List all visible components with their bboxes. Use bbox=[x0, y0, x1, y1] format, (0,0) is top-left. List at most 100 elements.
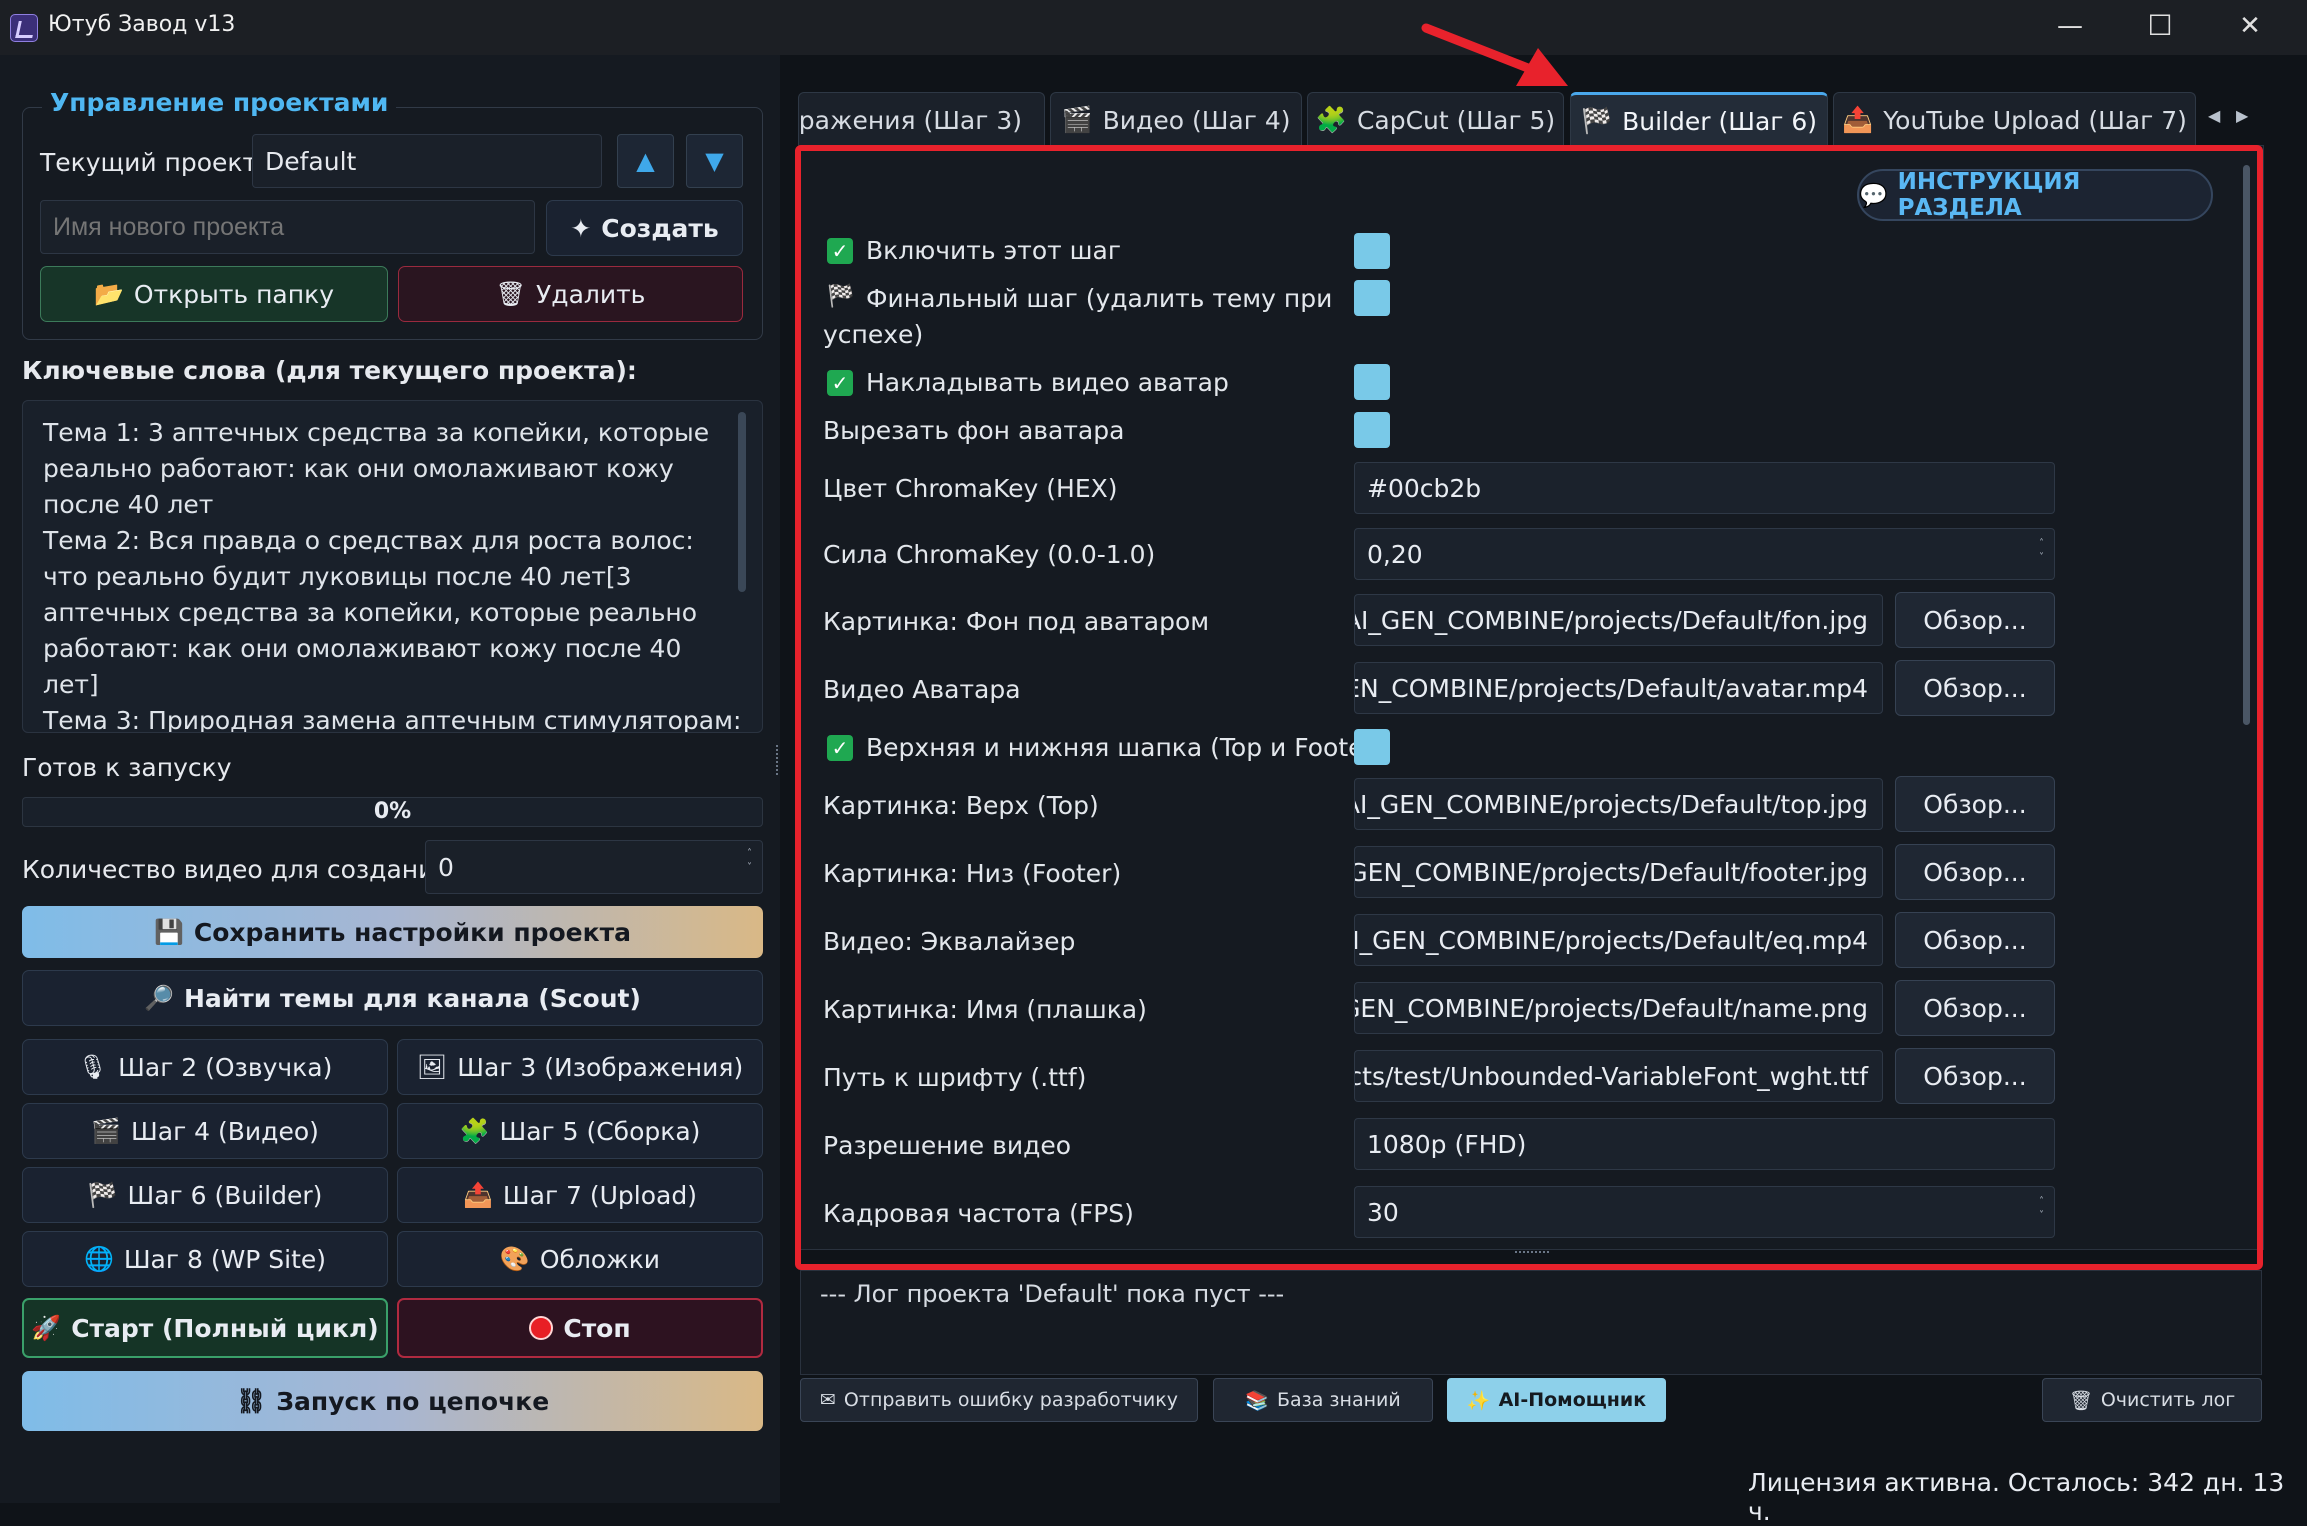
save-settings-button[interactable]: 💾 Сохранить настройки проекта bbox=[22, 906, 763, 958]
step7-label: Шаг 7 (Upload) bbox=[502, 1180, 697, 1210]
checkered-flag-icon: 🏁 bbox=[87, 1181, 118, 1209]
covers-button[interactable]: 🎨 Обложки bbox=[397, 1231, 763, 1287]
floppy-icon: 💾 bbox=[154, 918, 184, 946]
window-title: Ютуб Завод v13 bbox=[48, 12, 236, 37]
maximize-button[interactable]: ☐ bbox=[2115, 0, 2205, 55]
app-logo-icon bbox=[10, 14, 38, 42]
tab-images[interactable]: ображения (Шаг 3) bbox=[798, 92, 1045, 147]
close-button[interactable]: ✕ bbox=[2205, 0, 2295, 55]
step3-button[interactable]: 🖼 Шаг 3 (Изображения) bbox=[397, 1039, 763, 1095]
move-up-button[interactable]: ▲ bbox=[617, 134, 674, 188]
video-count-value: 0 bbox=[438, 852, 454, 882]
scout-label: Найти темы для канала (Scout) bbox=[183, 983, 641, 1013]
log-text: --- Лог проекта 'Default' пока пуст --- bbox=[820, 1280, 1285, 1308]
folder-icon: 📂 bbox=[94, 280, 124, 308]
step5-button[interactable]: 🧩 Шаг 5 (Сборка) bbox=[397, 1103, 763, 1159]
step7-button[interactable]: 📤 Шаг 7 (Upload) bbox=[397, 1167, 763, 1223]
clear-log-label: Очистить лог bbox=[2100, 1389, 2236, 1411]
step2-label: Шаг 2 (Озвучка) bbox=[118, 1052, 333, 1082]
status-text: Готов к запуску bbox=[22, 753, 232, 782]
create-project-button[interactable]: ✦ Создать bbox=[546, 200, 743, 256]
move-down-button[interactable]: ▼ bbox=[686, 134, 743, 188]
clapperboard-icon: 🎬 bbox=[91, 1117, 122, 1145]
step5-label: Шаг 5 (Сборка) bbox=[499, 1116, 701, 1146]
annotation-highlight-frame bbox=[795, 145, 2263, 1270]
puzzle-icon: 🧩 bbox=[1315, 105, 1347, 134]
video-count-label: Количество видео для создания: bbox=[22, 855, 458, 884]
step2-button[interactable]: 🎙 Шаг 2 (Озвучка) bbox=[22, 1039, 388, 1095]
clear-log-button[interactable]: 🗑 Очистить лог bbox=[2042, 1378, 2262, 1422]
globe-icon: 🌐 bbox=[83, 1245, 114, 1273]
chain-icon: ⛓ bbox=[235, 1387, 267, 1415]
keywords-textarea[interactable]: Тема 1: 3 аптечных средства за копейки, … bbox=[22, 400, 763, 733]
step8-label: Шаг 8 (WP Site) bbox=[123, 1244, 327, 1274]
covers-label: Обложки bbox=[539, 1244, 661, 1274]
tab-video-label: Видео (Шаг 4) bbox=[1102, 105, 1291, 135]
stop-label: Стоп bbox=[563, 1313, 631, 1343]
annotation-arrow-icon bbox=[1421, 23, 1568, 86]
start-full-cycle-button[interactable]: 🚀 Старт (Полный цикл) bbox=[22, 1298, 388, 1358]
picture-icon: 🖼 bbox=[416, 1053, 448, 1081]
step8-button[interactable]: 🌐 Шаг 8 (WP Site) bbox=[22, 1231, 388, 1287]
start-label: Старт (Полный цикл) bbox=[71, 1313, 379, 1343]
progress-bar: 0% bbox=[22, 797, 763, 827]
envelope-icon: ✉ bbox=[820, 1389, 836, 1411]
ai-assistant-button[interactable]: ✨ AI-Помощник bbox=[1447, 1378, 1666, 1422]
panel-splitter-handle[interactable] bbox=[776, 745, 780, 775]
tab-scroll-left-icon[interactable]: ◀ bbox=[2208, 106, 2220, 125]
keywords-header: Ключевые слова (для текущего проекта): bbox=[22, 356, 637, 385]
knowledge-base-label: База знаний bbox=[1276, 1389, 1401, 1411]
puzzle-icon: 🧩 bbox=[459, 1117, 490, 1145]
tab-builder[interactable]: 🏁 Builder (Шаг 6) bbox=[1570, 92, 1828, 147]
sparkle-icon: ✦ bbox=[570, 213, 592, 243]
ai-assistant-label: AI-Помощник bbox=[1498, 1389, 1647, 1411]
delete-project-label: Удалить bbox=[536, 279, 646, 309]
trash-icon: 🗑 bbox=[2068, 1389, 2093, 1412]
tab-scroll-right-icon[interactable]: ▶ bbox=[2236, 106, 2248, 125]
minimize-button[interactable]: — bbox=[2025, 0, 2115, 55]
delete-project-button[interactable]: 🗑 Удалить bbox=[398, 266, 743, 322]
knowledge-base-button[interactable]: 📚 База знаний bbox=[1213, 1378, 1433, 1422]
save-settings-label: Сохранить настройки проекта bbox=[193, 917, 631, 947]
upload-icon: 📤 bbox=[1842, 105, 1874, 134]
open-folder-label: Открыть папку bbox=[133, 279, 334, 309]
log-splitter-handle[interactable] bbox=[1515, 1251, 1549, 1257]
tab-youtube-upload[interactable]: 📤 YouTube Upload (Шаг 7) bbox=[1833, 92, 2196, 147]
sparkles-icon: ✨ bbox=[1466, 1389, 1491, 1412]
chain-run-label: Запуск по цепочке bbox=[276, 1386, 550, 1416]
create-project-label: Создать bbox=[601, 213, 719, 243]
stop-button[interactable]: Стоп bbox=[397, 1298, 763, 1358]
clapperboard-icon: 🎬 bbox=[1061, 105, 1093, 134]
new-project-input[interactable] bbox=[40, 200, 535, 254]
current-project-label: Текущий проект: bbox=[40, 148, 266, 177]
rocket-icon: 🚀 bbox=[31, 1314, 62, 1342]
report-error-button[interactable]: ✉ Отправить ошибку разработчику bbox=[800, 1378, 1198, 1422]
step4-button[interactable]: 🎬 Шаг 4 (Видео) bbox=[22, 1103, 388, 1159]
scout-button[interactable]: 🔎 Найти темы для канала (Scout) bbox=[22, 970, 763, 1026]
trash-icon: 🗑 bbox=[495, 280, 527, 308]
tab-capcut-label: CapCut (Шаг 5) bbox=[1356, 105, 1556, 135]
tab-capcut[interactable]: 🧩 CapCut (Шаг 5) bbox=[1307, 92, 1564, 147]
license-status: Лицензия активна. Осталось: 342 дн. 13 ч… bbox=[1748, 1468, 2285, 1526]
magnifier-icon: 🔎 bbox=[144, 984, 174, 1012]
tab-images-label: ображения (Шаг 3) bbox=[798, 105, 1022, 135]
tab-video[interactable]: 🎬 Видео (Шаг 4) bbox=[1050, 92, 1302, 147]
report-error-label: Отправить ошибку разработчику bbox=[843, 1389, 1178, 1411]
keywords-scrollbar[interactable] bbox=[738, 412, 746, 592]
books-icon: 📚 bbox=[1245, 1389, 1269, 1412]
stop-circle-icon bbox=[529, 1316, 554, 1340]
keywords-text: Тема 1: 3 аптечных средства за копейки, … bbox=[43, 418, 742, 733]
spin-arrows-icon[interactable]: ˄ ˅ bbox=[747, 847, 752, 875]
step3-label: Шаг 3 (Изображения) bbox=[457, 1052, 744, 1082]
tab-builder-label: Builder (Шаг 6) bbox=[1622, 106, 1818, 136]
step4-label: Шаг 4 (Видео) bbox=[131, 1116, 319, 1146]
step6-label: Шаг 6 (Builder) bbox=[127, 1180, 323, 1210]
microphone-icon: 🎙 bbox=[77, 1053, 109, 1081]
step6-button[interactable]: 🏁 Шаг 6 (Builder) bbox=[22, 1167, 388, 1223]
chain-run-button[interactable]: ⛓ Запуск по цепочке bbox=[22, 1371, 763, 1431]
checkered-flag-icon: 🏁 bbox=[1580, 106, 1613, 135]
title-bar: Ютуб Завод v13 — ☐ ✕ bbox=[0, 0, 2307, 55]
current-project-select[interactable]: Default bbox=[252, 134, 602, 188]
video-count-spinbox[interactable]: 0 ˄ ˅ bbox=[425, 840, 763, 894]
open-folder-button[interactable]: 📂 Открыть папку bbox=[40, 266, 388, 322]
